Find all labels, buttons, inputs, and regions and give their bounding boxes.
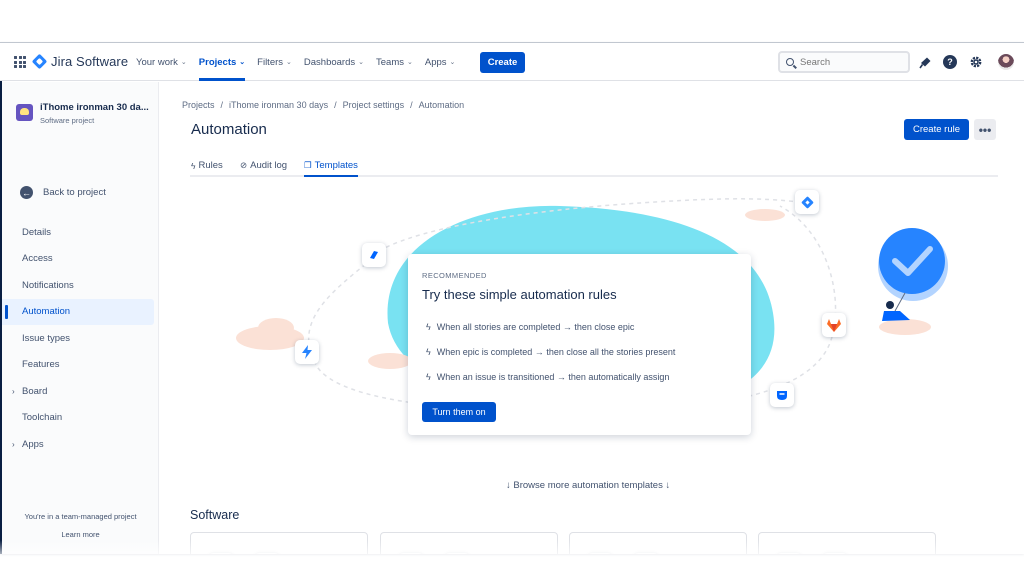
recommended-card: RECOMMENDED Try these simple automation … — [408, 254, 751, 435]
rule-suggestion: ϟ When epic is completed → then close all… — [426, 347, 675, 357]
rule-suggestion: ϟ When all stories are completed → then c… — [426, 322, 634, 332]
person-head — [886, 301, 894, 309]
cloud-top — [745, 209, 785, 221]
cloud-left-top — [258, 318, 294, 338]
recommended-title: Try these simple automation rules — [422, 287, 617, 302]
recommended-label: RECOMMENDED — [422, 271, 487, 280]
rule-text: When all stories are completed → then cl… — [436, 322, 635, 332]
lightning-icon: ϟ — [426, 322, 431, 332]
rule-text: When an issue is transitioned → then aut… — [436, 372, 670, 382]
cloud-left-bottom — [368, 353, 412, 369]
person-body — [882, 311, 910, 321]
jira-icon — [795, 190, 819, 214]
cloud-right — [879, 319, 931, 335]
bottom-fade — [0, 540, 1024, 576]
app-window: Jira Software Your work ⌄ Projects ⌄ Filte… — [0, 42, 1024, 554]
rule-suggestion: ϟ When an issue is transitioned → then au… — [426, 372, 669, 382]
browse-more-templates-link[interactable]: ↓ Browse more automation templates ↓ — [506, 480, 670, 491]
section-title-software: Software — [190, 508, 240, 522]
turn-them-on-button[interactable]: Turn them on — [422, 402, 496, 422]
lightning-icon: ϟ — [426, 372, 431, 382]
lightning-icon — [295, 340, 319, 364]
bitbucket-icon — [362, 243, 386, 267]
checkmark-badge — [879, 228, 945, 294]
lightning-icon: ϟ — [426, 347, 431, 357]
jira-service-icon — [770, 383, 794, 407]
gitlab-icon — [822, 313, 846, 337]
rule-text: When epic is completed → then close all … — [436, 347, 676, 357]
